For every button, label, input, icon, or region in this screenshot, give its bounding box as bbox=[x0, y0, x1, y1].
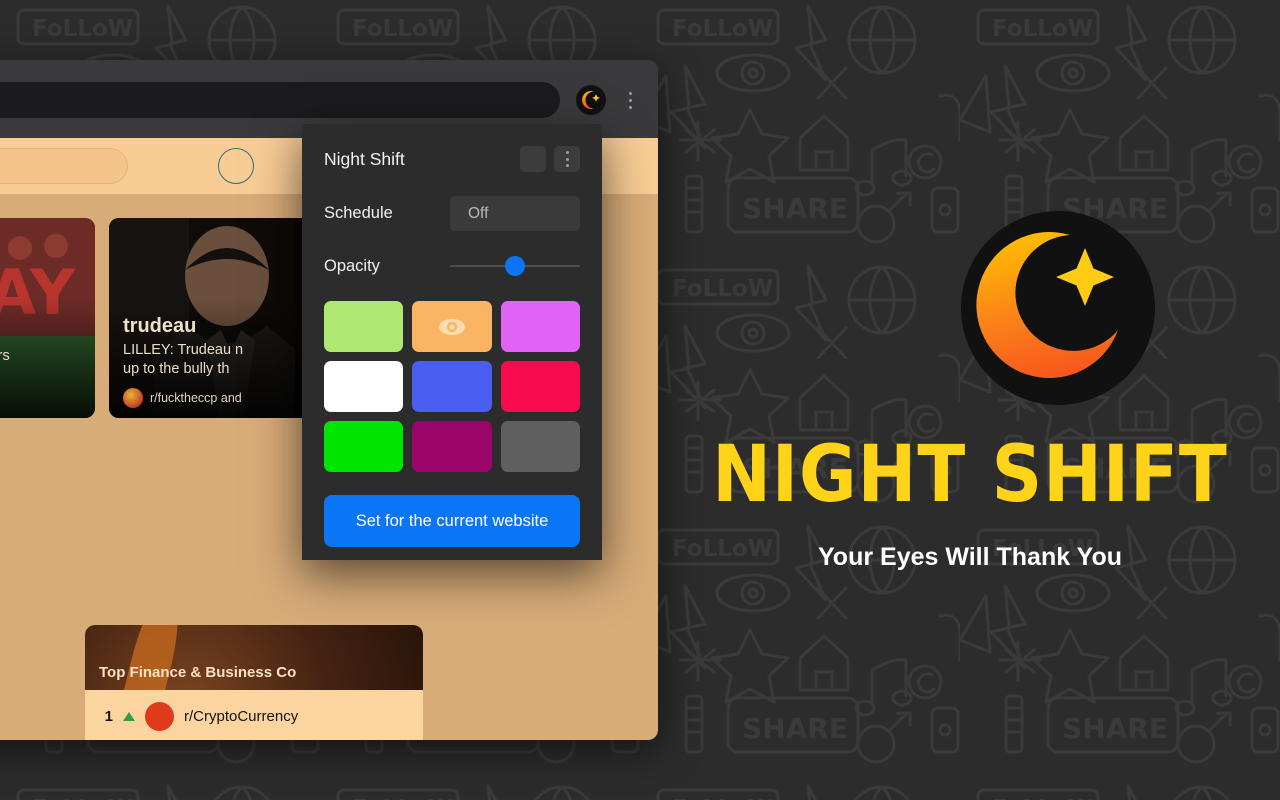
color-swatch-grid bbox=[302, 277, 602, 472]
night-shift-popup: Night Shift Schedule Off Opacity Set for… bbox=[302, 124, 602, 560]
popup-title: Night Shift bbox=[324, 148, 405, 169]
post-card[interactable]: AY INEOS scandal: FFF refershe disciplin… bbox=[0, 218, 95, 418]
kebab-menu-icon[interactable] bbox=[554, 146, 580, 172]
post-meta: r/fucktheccp and bbox=[123, 388, 324, 408]
color-swatch-blue[interactable] bbox=[412, 361, 492, 412]
search-input[interactable] bbox=[0, 148, 128, 184]
post-card-list: AY INEOS scandal: FFF refershe disciplin… bbox=[0, 218, 334, 418]
crescent-moon-star-icon bbox=[961, 211, 1155, 405]
subreddit-icon bbox=[145, 701, 174, 731]
screenshot-stage: FoLLoW SHARE bbox=[0, 0, 1280, 800]
color-swatch-white[interactable] bbox=[324, 361, 404, 412]
widget-title: Top Finance & Business Co bbox=[99, 664, 297, 681]
brand-subtitle: Your Eyes Will Thank You bbox=[817, 543, 1122, 571]
color-swatch-orange[interactable] bbox=[412, 301, 492, 352]
color-swatch-grey[interactable] bbox=[500, 421, 580, 472]
opacity-label: Opacity bbox=[324, 256, 380, 275]
schedule-label: Schedule bbox=[324, 204, 393, 222]
schedule-select[interactable]: Off bbox=[450, 196, 580, 231]
post-text: scandal: FFF refershe disciplinary... bbox=[0, 347, 10, 364]
set-for-current-website-button[interactable]: Set for the current website bbox=[324, 495, 580, 547]
post-copy: scandal: FFF refershe disciplinary... d … bbox=[0, 347, 85, 408]
post-text: LILLEY: Trudeau n up to the bully th bbox=[123, 341, 244, 378]
night-shift-moon-icon[interactable] bbox=[576, 85, 606, 115]
browser-menu-icon[interactable] bbox=[620, 86, 640, 114]
brand-title: NIGHT SHIFT bbox=[712, 430, 1228, 520]
color-swatch-magenta[interactable] bbox=[500, 301, 580, 352]
power-toggle-icon[interactable] bbox=[520, 146, 546, 172]
post-card[interactable]: trudeau LILLEY: Trudeau n up to the bully… bbox=[109, 218, 334, 418]
ranking-list: 1r/CryptoCurrency2r/legaladvice3r/doorda… bbox=[85, 690, 423, 740]
subreddit-name: r/CryptoCurrency bbox=[184, 707, 299, 725]
color-swatch-purple[interactable] bbox=[412, 421, 492, 472]
slider-thumb[interactable] bbox=[505, 256, 525, 276]
color-swatch-green[interactable] bbox=[324, 421, 404, 472]
branding-panel: NIGHT SHIFT Your Eyes Will Thank You bbox=[660, 0, 1280, 800]
address-bar[interactable] bbox=[0, 82, 560, 118]
community-ranking-widget: Top Finance & Business Co 1 r/CryptoCurre… bbox=[85, 625, 423, 740]
rank-number: 1 bbox=[104, 707, 113, 725]
avatar[interactable] bbox=[218, 148, 254, 184]
ranking-row[interactable]: 1 r/CryptoCurrency bbox=[85, 690, 423, 740]
subreddit-avatar bbox=[123, 388, 143, 408]
color-swatch-light-green[interactable] bbox=[324, 301, 404, 352]
opacity-slider[interactable] bbox=[450, 255, 580, 277]
widget-hero-banner: Top Finance & Business Co bbox=[85, 625, 423, 690]
post-meta: d more bbox=[0, 394, 85, 408]
schedule-row: Schedule Off bbox=[302, 196, 602, 231]
post-copy: trudeau LILLEY: Trudeau n up to the bully… bbox=[123, 315, 324, 408]
post-title: trudeau bbox=[123, 314, 197, 337]
trend-up-icon bbox=[123, 711, 135, 721]
eye-icon bbox=[438, 318, 465, 335]
popup-header: Night Shift bbox=[302, 124, 602, 172]
opacity-row: Opacity bbox=[302, 255, 602, 277]
color-swatch-crimson[interactable] bbox=[500, 361, 580, 412]
subreddit-label: r/fucktheccp and bbox=[150, 391, 242, 405]
